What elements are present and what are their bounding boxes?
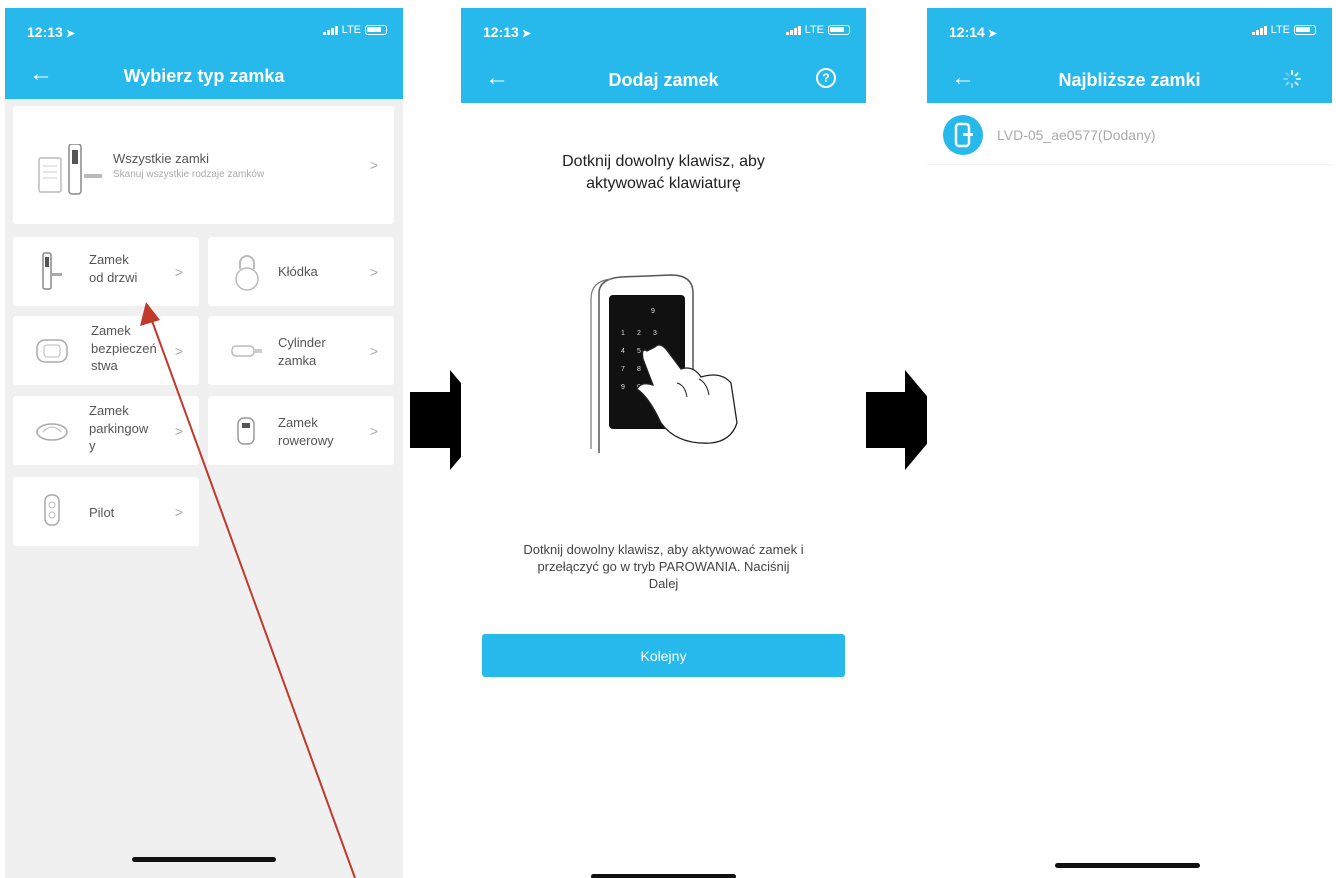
keypad-key: 8 [637,366,641,373]
keypad-key: 3 [653,330,657,337]
status-indicators: LTE [1251,24,1316,36]
network-label: LTE [1270,24,1290,36]
screen-nearby-locks: 12:14 ➤ LTE ← Najbliższe zamki LVD-05_ae… [927,8,1332,878]
status-time: 12:13 ➤ [483,24,532,40]
keypad-key: 2 [637,330,641,337]
help-icon[interactable]: ? [816,68,836,88]
svg-text:9: 9 [651,308,655,315]
battery-icon [1294,25,1316,35]
status-indicators: LTE [785,24,850,36]
keypad-key: 4 [621,348,625,355]
home-indicator [1055,863,1200,868]
keypad-key: 1 [621,330,625,337]
signal-icon [1251,25,1267,35]
lock-list-item[interactable]: LVD-05_ae0577(Dodany) [927,103,1332,165]
battery-icon [828,25,850,35]
instruction-heading: Dotknij dowolny klawisz, aby aktywować k… [562,153,765,193]
lock-name: LVD-05_ae0577(Dodany) [997,127,1156,143]
keypad-key: 5 [637,348,641,355]
next-button[interactable]: Kolejny [482,634,845,677]
home-indicator [591,874,736,878]
lock-icon [943,115,983,155]
page-title: Najbliższe zamki [1058,70,1201,90]
app-bar: 12:14 ➤ LTE ← Najbliższe zamki [927,8,1332,103]
keypad-illustration: 9 1234567890 [590,274,738,453]
signal-icon [785,25,801,35]
app-bar: 12:13 ➤ LTE ← Dodaj zamek ? [461,8,866,103]
status-time: 12:14 ➤ [949,24,998,40]
keypad-key: 7 [621,366,625,373]
screen-add-lock: 12:13 ➤ LTE ← Dodaj zamek ? Dotknij dowol… [461,8,866,878]
page-title: Dodaj zamek [608,70,719,90]
spinner-icon [1283,70,1301,88]
keypad-key: 9 [621,384,625,391]
network-label: LTE [804,24,824,36]
instruction-text: Dotknij dowolny klawisz, aby aktywować z… [523,542,804,591]
